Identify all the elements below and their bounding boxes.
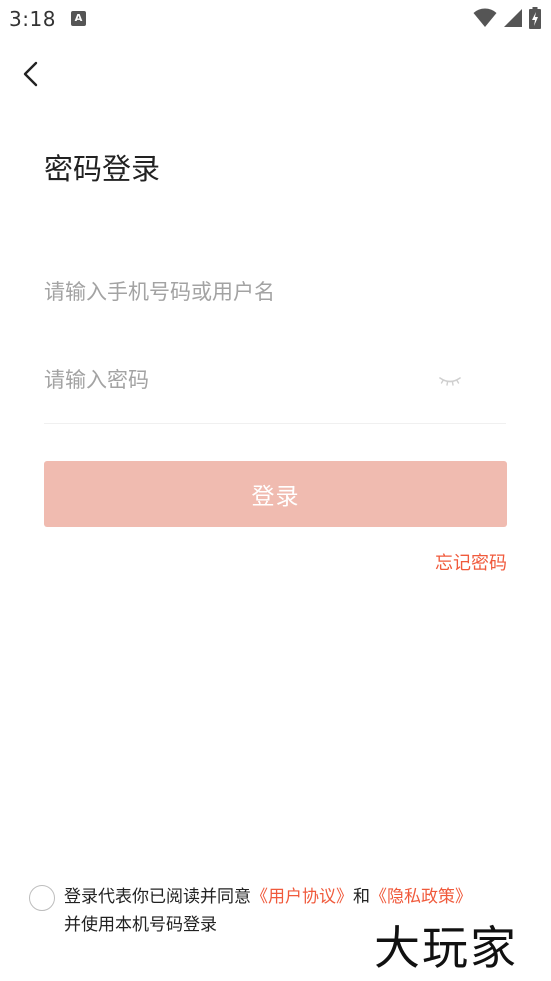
agreement-suffix: 并使用本机号码登录 — [64, 915, 217, 935]
agreement-prefix: 登录代表你已阅读并同意 — [64, 887, 251, 907]
eye-closed-icon[interactable] — [438, 368, 462, 392]
username-input[interactable] — [44, 262, 506, 322]
privacy-policy-link[interactable]: 《隐私政策》 — [370, 887, 472, 907]
forgot-password-link[interactable]: 忘记密码 — [435, 549, 507, 575]
status-icons — [473, 7, 541, 29]
watermark-logo: 大玩家 — [374, 921, 518, 975]
password-input[interactable] — [44, 350, 506, 410]
username-field-container — [44, 262, 506, 322]
chevron-left-icon — [23, 61, 38, 87]
wifi-icon — [473, 8, 497, 27]
page-title: 密码登录 — [44, 152, 161, 186]
back-button[interactable] — [14, 56, 50, 92]
battery-charging-icon — [529, 7, 541, 29]
agreement-checkbox[interactable] — [29, 885, 55, 911]
notification-a-icon: A — [71, 11, 86, 26]
agreement-connector: 和 — [353, 887, 370, 907]
status-time: 3:18 — [9, 7, 56, 31]
signal-icon — [504, 9, 522, 27]
password-field-container — [44, 350, 506, 424]
status-bar: 3:18 A — [0, 0, 551, 38]
login-button[interactable]: 登录 — [44, 461, 507, 527]
user-agreement-link[interactable]: 《用户协议》 — [251, 887, 353, 907]
